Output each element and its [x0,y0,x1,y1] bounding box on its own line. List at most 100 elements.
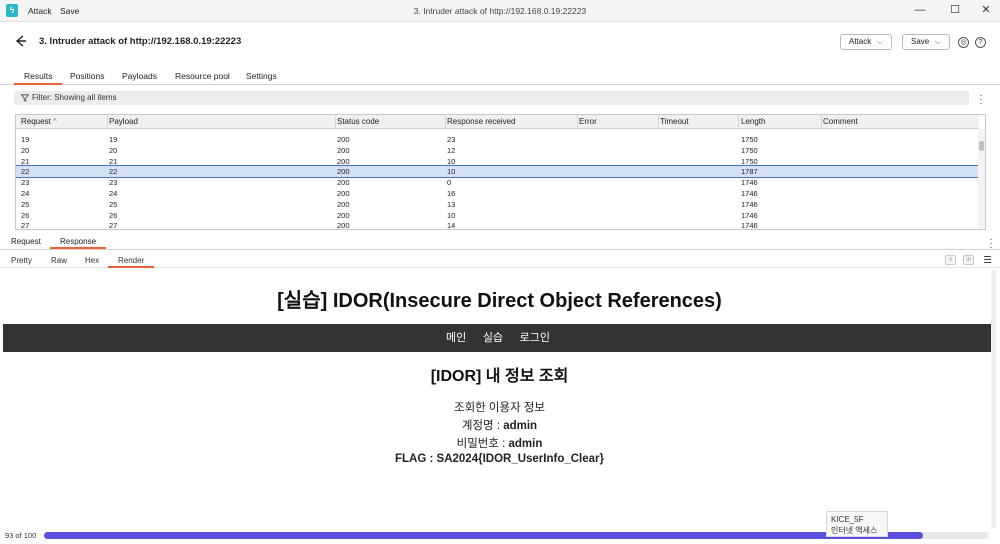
chevron-down-icon: ⌵ [935,39,941,46]
tab-results[interactable]: Results [14,71,63,85]
table-row[interactable]: 19 19 200 23 1750 [16,134,979,145]
column-header-status-code[interactable]: Status code [337,117,379,126]
tab-resource-pool[interactable]: Resource pool [175,71,230,81]
rendered-page-title: [실습] IDOR(Insecure Direct Object Referen… [277,290,722,312]
tab-request[interactable]: Request [11,237,41,246]
show-newlines-icon[interactable]: \n [963,255,974,265]
tab-hex[interactable]: Hex [85,256,99,265]
table-row[interactable]: 25 25 200 13 1746 [16,199,979,210]
table-cell: 1746 [741,210,758,220]
sort-ascending-icon: ^ [53,117,57,126]
table-cell: 200 [337,156,350,166]
main-tabs: Results Positions Payloads Resource pool… [0,68,1000,85]
flag-value: SA2024{IDOR_UserInfo_Clear} [436,453,604,465]
tab-payloads[interactable]: Payloads [122,71,157,81]
table-cell: 19 [109,135,118,144]
help-icon[interactable]: ? [975,37,986,48]
table-cell: 24 [109,189,118,198]
tooltip-network-status: 인터넷 액세스 [831,526,878,535]
menu-icon[interactable] [984,256,991,264]
table-cell: 25 [21,199,30,209]
table-row[interactable]: 21 21 200 10 1750 [16,156,979,167]
more-options-icon[interactable]: · · · [988,235,994,253]
table-cell: 26 [21,210,30,220]
column-header-request[interactable]: Request ^ [21,117,57,126]
table-cell: 200 [337,221,350,230]
column-header-timeout[interactable]: Timeout [660,117,689,126]
table-cell: 200 [337,135,350,144]
settings-icon[interactable]: ◎ [958,37,969,48]
table-cell: 22 [109,167,118,177]
progress-bar-fill [44,532,923,539]
column-header-payload[interactable]: Payload [109,117,138,126]
table-cell: 13 [447,199,456,209]
menu-save[interactable]: Save [60,6,79,16]
table-row[interactable]: 26 26 200 10 1746 [16,210,979,221]
rendered-password-line: 비밀번호 : admin [456,438,543,450]
back-arrow-icon[interactable] [14,34,28,48]
burp-logo-icon: ϟ [6,4,18,17]
tab-render[interactable]: Render [108,256,155,268]
filter-bar[interactable]: Filter: Showing all items [14,91,969,105]
table-scrollbar-thumb[interactable] [979,141,984,151]
table-cell: 21 [109,156,118,166]
table-cell: 23 [109,178,118,188]
tab-settings[interactable]: Settings [246,71,277,81]
table-row[interactable]: 20 20 200 12 1750 [16,145,979,156]
table-row[interactable]: 22 22 200 10 1787 [16,165,980,179]
password-value: admin [508,438,543,450]
table-cell: 24 [21,189,30,198]
nav-link-main[interactable]: 메인 [446,324,466,352]
save-button[interactable]: Save ⌵ [902,34,950,50]
tab-positions[interactable]: Positions [70,71,105,81]
rendered-response: [실습] IDOR(Insecure Direct Object Referen… [3,270,996,528]
table-cell: 20 [109,145,118,155]
rendered-nav-bar: 메인 실습 로그인 [3,324,993,352]
table-cell: 200 [337,199,350,209]
table-cell: 10 [447,167,456,177]
table-cell: 23 [21,178,30,188]
table-cell: 200 [337,189,350,198]
table-cell: 27 [109,221,118,230]
table-cell: 1750 [741,135,758,144]
nav-link-login[interactable]: 로그인 [520,324,550,352]
results-table[interactable]: Request ^ Payload Status code Response r… [15,114,986,230]
render-scrollbar[interactable] [991,270,996,528]
column-header-error[interactable]: Error [579,117,597,126]
table-cell: 26 [109,210,118,220]
table-row[interactable]: 24 24 200 16 1746 [16,188,979,199]
attack-button-label: Attack [849,37,872,46]
menu-attack[interactable]: Attack [28,6,52,16]
column-header-response-received[interactable]: Response received [447,117,515,126]
wrap-lines-icon[interactable]: ≡ [945,255,956,265]
table-row[interactable]: 27 27 200 14 1746 [16,220,979,230]
tab-raw[interactable]: Raw [51,256,67,265]
rendered-flag-line: FLAG : SA2024{IDOR_UserInfo_Clear} [395,453,604,465]
table-scrollbar[interactable] [978,129,985,229]
column-header-length[interactable]: Length [741,117,765,126]
nav-link-practice[interactable]: 실습 [483,324,503,352]
request-response-tabs: Request Response [0,236,1000,250]
tab-pretty[interactable]: Pretty [11,256,32,265]
table-cell: 21 [21,156,30,166]
table-cell: 1746 [741,189,758,198]
table-cell: 200 [337,210,350,220]
table-cell: 200 [337,145,350,155]
tab-response[interactable]: Response [50,237,107,249]
tooltip-network-name: KICE_5F [831,515,864,524]
table-cell: 1746 [741,199,758,209]
close-icon[interactable]: ✕ [974,2,998,18]
table-cell: 0 [447,178,452,188]
attack-button[interactable]: Attack ⌵ [840,34,892,50]
table-cell: 200 [337,178,350,188]
maximize-icon[interactable]: ☐ [943,2,967,18]
progress-text: 93 of 100 [5,531,37,540]
table-cell: 25 [109,199,118,209]
table-cell: 12 [447,145,456,155]
minimize-icon[interactable]: — [908,2,932,18]
table-cell: 27 [21,221,30,230]
table-row[interactable]: 23 23 200 0 1746 [16,177,979,188]
table-cell: 1750 [741,145,758,155]
more-options-icon[interactable]: · · · [978,91,984,109]
column-header-comment[interactable]: Comment [823,117,858,126]
